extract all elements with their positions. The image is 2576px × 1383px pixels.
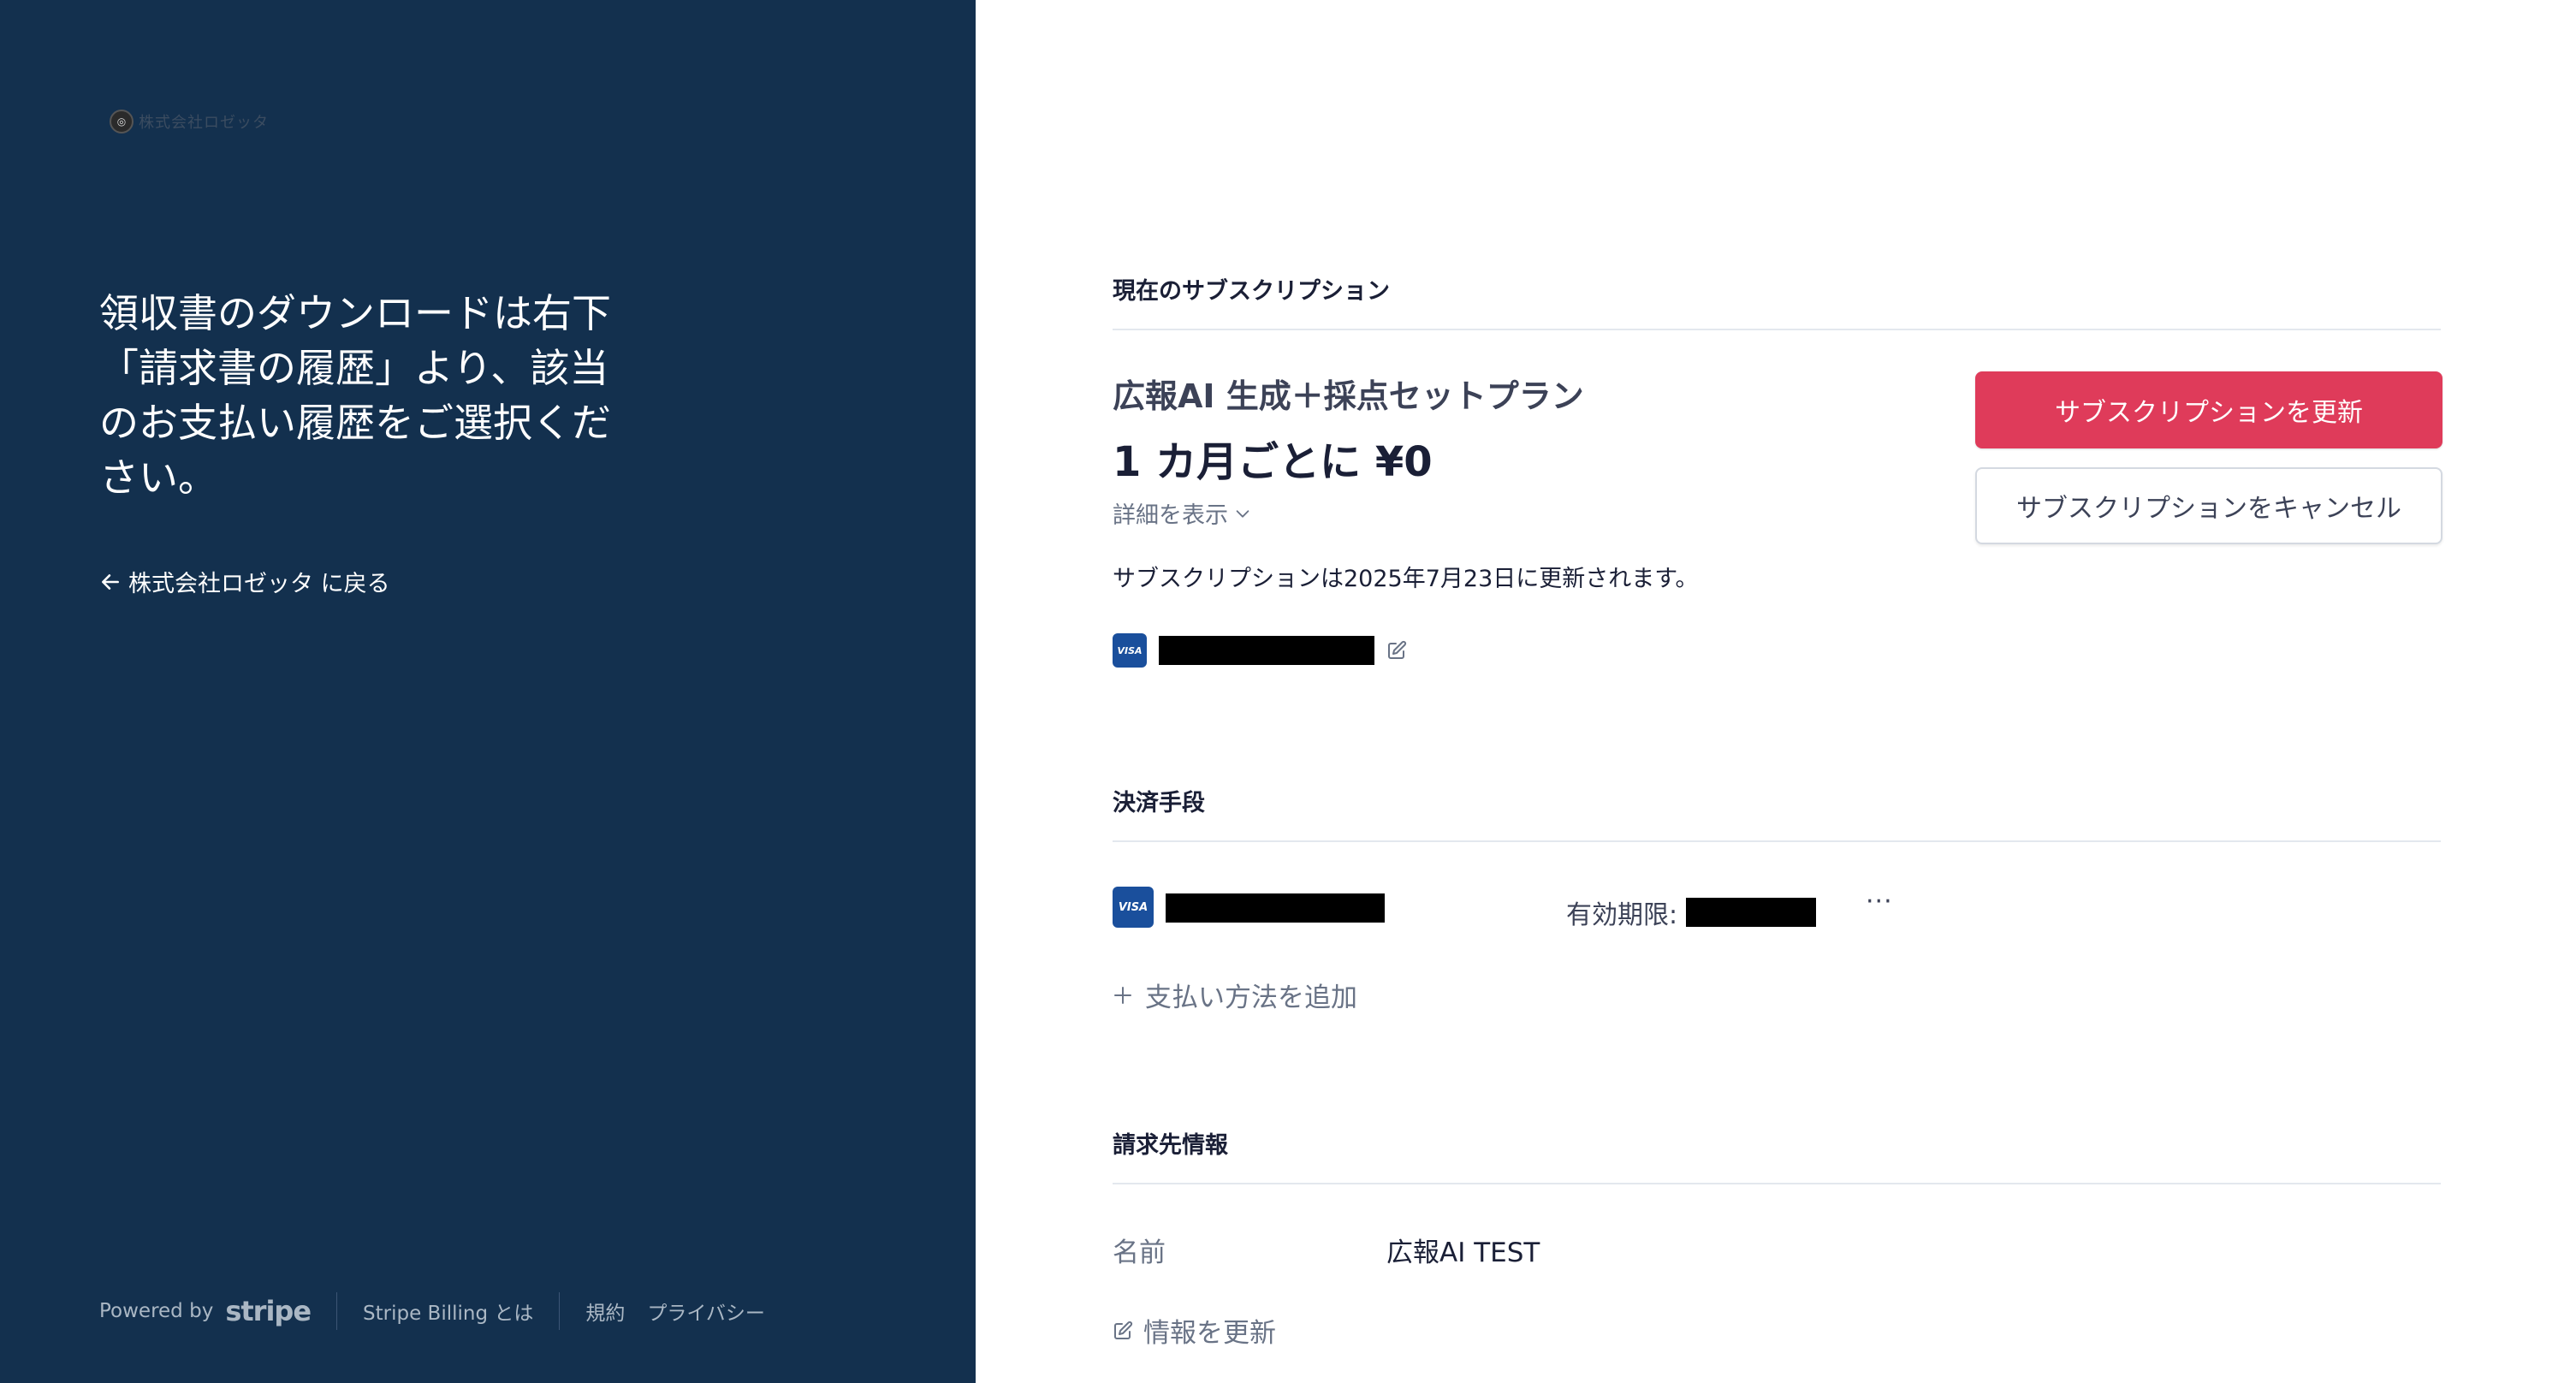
privacy-link[interactable]: プライバシー (647, 1297, 765, 1326)
arrow-left-icon (102, 573, 119, 590)
show-details-label: 詳細を表示 (1113, 502, 1228, 529)
visa-card-icon: VISA (1113, 887, 1154, 928)
back-link-label: 株式会社ロゼッタ に戻る (128, 571, 390, 597)
brand-name: 株式会社ロゼッタ (139, 114, 269, 132)
billing-portal: ◎ 株式会社ロゼッタ 領収書のダウンロードは右下「請求書の履歴」より、該当のお支… (0, 0, 2576, 1383)
cancel-subscription-button[interactable]: サブスクリプションをキャンセル (1975, 467, 2442, 544)
show-details-toggle[interactable]: 詳細を表示 (1113, 496, 1252, 530)
main-panel: 現在のサブスクリプション 広報AI 生成＋採点セットプラン 1 カ月ごとに ¥0… (976, 0, 2576, 1383)
subscription-section-title: 現在のサブスクリプション (1113, 278, 1390, 305)
stripe-billing-link[interactable]: Stripe Billing とは (337, 1297, 559, 1326)
legal-links: 規約 プライバシー (560, 1297, 765, 1326)
stripe-logo: stripe (225, 1295, 312, 1327)
update-subscription-button[interactable]: サブスクリプションを更新 (1975, 371, 2442, 448)
update-info-label: 情報を更新 (1143, 1318, 1276, 1349)
payment-method-row: VISA 有効期限: ··· (1113, 887, 2441, 931)
redacted-card-number (1159, 636, 1374, 665)
name-label: 名前 (1113, 1238, 1166, 1268)
company-logo-icon: ◎ (110, 110, 134, 134)
plus-icon (1114, 986, 1131, 1004)
billing-section-title: 請求先情報 (1113, 1132, 1228, 1159)
left-panel: ◎ 株式会社ロゼッタ 領収書のダウンロードは右下「請求書の履歴」より、該当のお支… (0, 0, 976, 1383)
billing-name-row: 名前 広報AI TEST (1113, 1231, 1540, 1269)
terms-link[interactable]: 規約 (585, 1297, 625, 1326)
chevron-down-icon (1236, 509, 1249, 518)
plan-name: 広報AI 生成＋採点セットプラン (1113, 377, 1584, 415)
card-expiry: 有効期限: (1566, 893, 1817, 931)
powered-by-stripe[interactable]: Powered by stripe (99, 1295, 336, 1327)
update-info-link[interactable]: 情報を更新 (1113, 1311, 1276, 1350)
section-divider (1113, 329, 2441, 330)
edit-icon (1114, 1321, 1133, 1339)
edit-icon[interactable] (1386, 640, 1407, 661)
name-value: 広報AI TEST (1386, 1238, 1540, 1268)
redacted-expiry (1686, 898, 1817, 927)
add-payment-method-label: 支払い方法を追加 (1145, 982, 1357, 1013)
headline: 領収書のダウンロードは右下「請求書の履歴」より、該当のお支払い履歴をご選択くださ… (99, 290, 611, 501)
footer: Powered by stripe Stripe Billing とは 規約 プ… (99, 1292, 765, 1330)
renewal-text: サブスクリプションは2025年7月23日に更新されます。 (1113, 566, 1699, 592)
expiry-label: 有効期限: (1566, 900, 1678, 930)
powered-by-label: Powered by (99, 1300, 214, 1322)
back-link[interactable]: 株式会社ロゼッタ に戻る (99, 565, 390, 598)
brand[interactable]: ◎ 株式会社ロゼッタ (110, 110, 269, 134)
redacted-card-number (1166, 893, 1385, 923)
plan-price: 1 カ月ごとに ¥0 (1113, 438, 1433, 486)
subscription-card: VISA (1113, 633, 1407, 668)
add-payment-method-link[interactable]: 支払い方法を追加 (1113, 976, 1357, 1014)
visa-card-icon: VISA (1113, 633, 1147, 668)
section-divider (1113, 1183, 2441, 1184)
more-options-icon[interactable]: ··· (1866, 887, 1893, 917)
payment-section-title: 決済手段 (1113, 790, 1205, 816)
section-divider (1113, 840, 2441, 842)
